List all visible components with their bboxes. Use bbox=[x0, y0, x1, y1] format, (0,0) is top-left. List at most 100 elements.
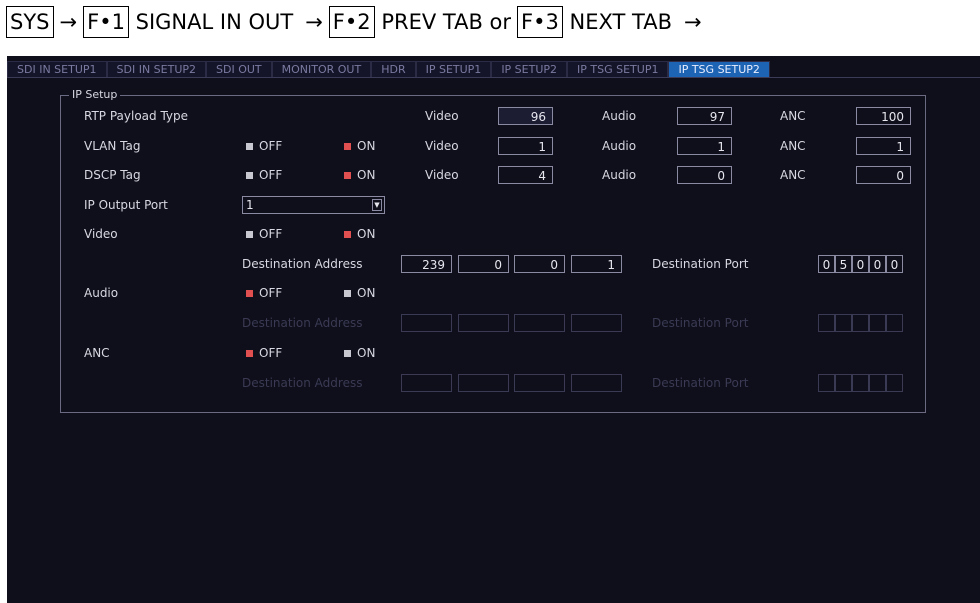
video-addr-octet-4[interactable]: 1 bbox=[571, 255, 622, 273]
anc-port-digit-2 bbox=[835, 374, 852, 392]
group-title: IP Setup bbox=[69, 88, 121, 102]
video-label: Video bbox=[84, 227, 118, 241]
anc-addr-octet-3 bbox=[514, 374, 565, 392]
anc-off-radio[interactable]: OFF bbox=[246, 346, 282, 361]
anc-dest-addr-label: Destination Address bbox=[242, 376, 363, 390]
f2-label: PREV TAB or bbox=[375, 10, 511, 34]
video-port-digit-4[interactable]: 0 bbox=[869, 255, 886, 273]
video-on-radio[interactable]: ON bbox=[344, 227, 375, 242]
vlan-anc-field[interactable]: 1 bbox=[856, 137, 911, 155]
dscp-off-radio[interactable]: OFF bbox=[246, 168, 282, 183]
dscp-on-label: ON bbox=[357, 168, 376, 182]
anc-addr-octet-1 bbox=[401, 374, 452, 392]
dscp-audio-field[interactable]: 0 bbox=[677, 166, 732, 184]
audio-off-radio[interactable]: OFF bbox=[246, 286, 282, 301]
vlan-on-radio[interactable]: ON bbox=[344, 139, 375, 154]
rtp-anc-field[interactable]: 100 bbox=[856, 107, 911, 125]
radio-off-icon bbox=[344, 350, 351, 357]
dscp-anc-label: ANC bbox=[780, 168, 806, 182]
audio-on-radio[interactable]: ON bbox=[344, 286, 375, 301]
video-off-radio[interactable]: OFF bbox=[246, 227, 282, 242]
f1-label-text: SIGNAL IN OUT bbox=[135, 10, 294, 34]
vlan-video-field[interactable]: 1 bbox=[498, 137, 553, 155]
audio-dest-port-label: Destination Port bbox=[652, 316, 749, 330]
video-on-label: ON bbox=[357, 227, 376, 241]
audio-on-label: ON bbox=[357, 286, 376, 300]
rtp-audio-label: Audio bbox=[602, 109, 637, 123]
anc-dest-port-label: Destination Port bbox=[652, 376, 749, 390]
video-dest-port-label: Destination Port bbox=[652, 257, 749, 271]
f3-label: NEXT TAB bbox=[563, 10, 672, 34]
tab-sdi-in-setup1[interactable]: SDI IN SETUP1 bbox=[7, 61, 107, 78]
vlan-audio-field[interactable]: 1 bbox=[677, 137, 732, 155]
tab-ip-setup1[interactable]: IP SETUP1 bbox=[415, 61, 492, 78]
tab-bar: SDI IN SETUP1 SDI IN SETUP2 SDI OUT MONI… bbox=[7, 61, 770, 78]
chevron-down-icon: ▼ bbox=[372, 199, 382, 211]
audio-port-digit-3 bbox=[852, 314, 869, 332]
dscp-video-field[interactable]: 4 bbox=[498, 166, 553, 184]
audio-label: Audio bbox=[84, 286, 119, 300]
f3-key[interactable]: F•3 bbox=[517, 6, 563, 38]
f1-key[interactable]: F•1 bbox=[83, 6, 129, 38]
tab-hdr[interactable]: HDR bbox=[371, 61, 416, 78]
arrow-icon: → bbox=[59, 10, 78, 34]
radio-off-icon bbox=[246, 172, 253, 179]
tab-monitor-out[interactable]: MONITOR OUT bbox=[271, 61, 372, 78]
tab-ip-setup2[interactable]: IP SETUP2 bbox=[491, 61, 568, 78]
dscp-off-label: OFF bbox=[259, 168, 283, 182]
anc-addr-octet-4 bbox=[571, 374, 622, 392]
anc-port-digit-3 bbox=[852, 374, 869, 392]
vlan-tag-label: VLAN Tag bbox=[84, 139, 141, 153]
video-addr-octet-3[interactable]: 0 bbox=[514, 255, 565, 273]
rtp-video-label: Video bbox=[425, 109, 459, 123]
dscp-on-radio[interactable]: ON bbox=[344, 168, 375, 183]
radio-on-icon bbox=[246, 350, 253, 357]
tab-ip-tsg-setup1[interactable]: IP TSG SETUP1 bbox=[567, 61, 669, 78]
rtp-audio-field[interactable]: 97 bbox=[677, 107, 732, 125]
tab-sdi-out[interactable]: SDI OUT bbox=[206, 61, 272, 78]
f2-label-text: PREV TAB or bbox=[381, 10, 512, 34]
radio-off-icon bbox=[246, 231, 253, 238]
dscp-video-label: Video bbox=[425, 168, 459, 182]
audio-addr-octet-4 bbox=[571, 314, 622, 332]
vlan-audio-label: Audio bbox=[602, 139, 637, 153]
vlan-off-radio[interactable]: OFF bbox=[246, 139, 282, 154]
f2-key[interactable]: F•2 bbox=[328, 6, 375, 38]
audio-port-digit-4 bbox=[869, 314, 886, 332]
arrow-icon: → bbox=[684, 10, 702, 34]
tab-sdi-in-setup2[interactable]: SDI IN SETUP2 bbox=[106, 61, 206, 78]
audio-port-digit-2 bbox=[835, 314, 852, 332]
video-port-digit-5[interactable]: 0 bbox=[886, 255, 903, 273]
key-instruction-bar: SYS → F•1 SIGNAL IN OUT → F•2 PREV TAB o… bbox=[0, 0, 980, 55]
ip-output-port-label: IP Output Port bbox=[84, 198, 168, 212]
video-port-digit-2[interactable]: 5 bbox=[835, 255, 852, 273]
anc-on-radio[interactable]: ON bbox=[344, 346, 375, 361]
radio-on-icon bbox=[344, 143, 351, 150]
ip-output-port-select[interactable]: 1 ▼ bbox=[242, 196, 385, 214]
anc-label: ANC bbox=[84, 346, 110, 360]
arrow-icon: → bbox=[305, 10, 323, 34]
anc-on-label: ON bbox=[357, 346, 376, 360]
radio-on-icon bbox=[344, 172, 351, 179]
rtp-video-field[interactable]: 96 bbox=[498, 107, 553, 125]
radio-on-icon bbox=[246, 290, 253, 297]
audio-addr-octet-1 bbox=[401, 314, 452, 332]
dscp-audio-label: Audio bbox=[602, 168, 637, 182]
anc-port-digit-1 bbox=[818, 374, 835, 392]
vlan-anc-label: ANC bbox=[780, 139, 806, 153]
video-port-digit-1[interactable]: 0 bbox=[818, 255, 835, 273]
tab-ip-tsg-setup2[interactable]: IP TSG SETUP2 bbox=[668, 61, 770, 78]
video-addr-octet-1[interactable]: 239 bbox=[401, 255, 452, 273]
audio-port-digit-5 bbox=[886, 314, 903, 332]
video-port-digit-3[interactable]: 0 bbox=[852, 255, 869, 273]
video-dest-addr-label: Destination Address bbox=[242, 257, 363, 271]
vlan-on-label: ON bbox=[357, 139, 376, 153]
key-sequence: SYS → F•1 SIGNAL IN OUT → F•2 PREV TAB o… bbox=[6, 6, 708, 38]
anc-off-label: OFF bbox=[259, 346, 283, 360]
sys-key[interactable]: SYS bbox=[6, 6, 54, 38]
audio-dest-addr-label: Destination Address bbox=[242, 316, 363, 330]
dscp-anc-field[interactable]: 0 bbox=[856, 166, 911, 184]
vlan-off-label: OFF bbox=[259, 139, 283, 153]
video-addr-octet-2[interactable]: 0 bbox=[458, 255, 509, 273]
radio-off-icon bbox=[246, 143, 253, 150]
